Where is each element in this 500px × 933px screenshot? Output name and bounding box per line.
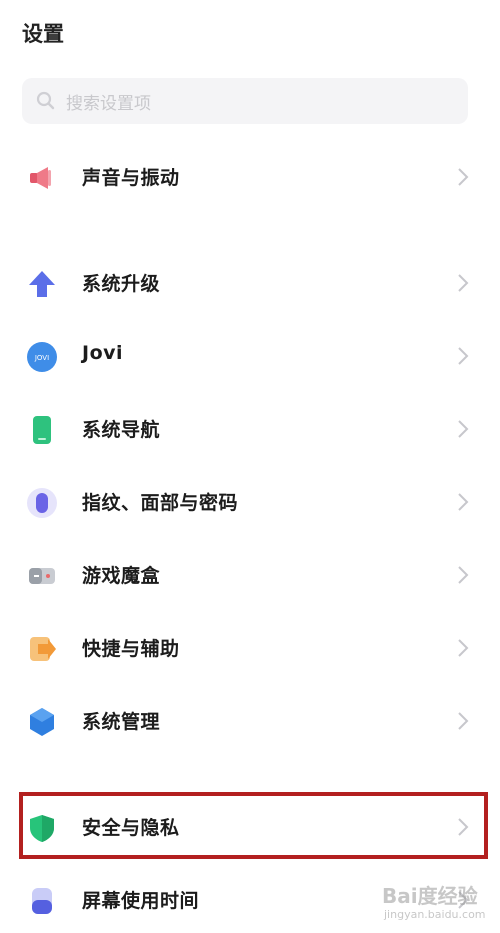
settings-item-label: Jovi: [82, 342, 124, 364]
search-input[interactable]: 搜索设置项: [22, 78, 468, 124]
settings-item-label: 系统管理: [82, 711, 161, 733]
settings-item-system-management[interactable]: 系统管理: [0, 691, 500, 751]
jovi-icon: JOVI: [26, 341, 58, 373]
chevron-right-icon: [458, 493, 469, 511]
shortcut-icon: [26, 633, 58, 665]
gamebox-icon: [26, 560, 58, 592]
settings-item-label: 指纹、面部与密码: [82, 492, 239, 514]
phone-icon: [26, 414, 58, 446]
settings-item-game-box[interactable]: 游戏魔盒: [0, 545, 500, 605]
watermark-text: Bai度经验: [382, 884, 478, 908]
search-icon: [36, 91, 55, 110]
upgrade-arrow-icon: [26, 268, 58, 300]
settings-item-label: 声音与振动: [82, 167, 180, 189]
settings-item-label: 快捷与辅助: [82, 638, 180, 660]
search-placeholder: 搜索设置项: [66, 93, 151, 114]
chevron-right-icon: [458, 566, 469, 584]
hexagon-icon: [26, 706, 58, 738]
settings-item-jovi[interactable]: JOVI Jovi: [0, 326, 500, 386]
chevron-right-icon: [458, 168, 469, 186]
settings-item-label: 游戏魔盒: [82, 565, 161, 587]
watermark-subtext: jingyan.baidu.com: [384, 908, 486, 921]
settings-item-fingerprint-face-password[interactable]: 指纹、面部与密码: [0, 472, 500, 532]
settings-item-label: 系统导航: [82, 419, 161, 441]
fingerprint-icon: [26, 487, 58, 519]
page-title: 设置: [22, 22, 64, 46]
settings-item-sound[interactable]: 声音与振动: [0, 147, 500, 207]
speaker-icon: [26, 162, 58, 194]
highlight-annotation-box: [19, 792, 488, 859]
chevron-right-icon: [458, 274, 469, 292]
settings-item-label: 屏幕使用时间: [82, 890, 200, 912]
watermark: Bai度经验 jingyan.baidu.com: [368, 878, 486, 926]
hourglass-icon: [26, 885, 58, 917]
settings-item-shortcut-assist[interactable]: 快捷与辅助: [0, 618, 500, 678]
settings-item-navigation[interactable]: 系统导航: [0, 399, 500, 459]
settings-item-label: 系统升级: [82, 273, 161, 295]
settings-item-system-upgrade[interactable]: 系统升级: [0, 253, 500, 313]
chevron-right-icon: [458, 639, 469, 657]
svg-text:JOVI: JOVI: [34, 354, 49, 362]
chevron-right-icon: [458, 712, 469, 730]
chevron-right-icon: [458, 347, 469, 365]
chevron-right-icon: [458, 420, 469, 438]
